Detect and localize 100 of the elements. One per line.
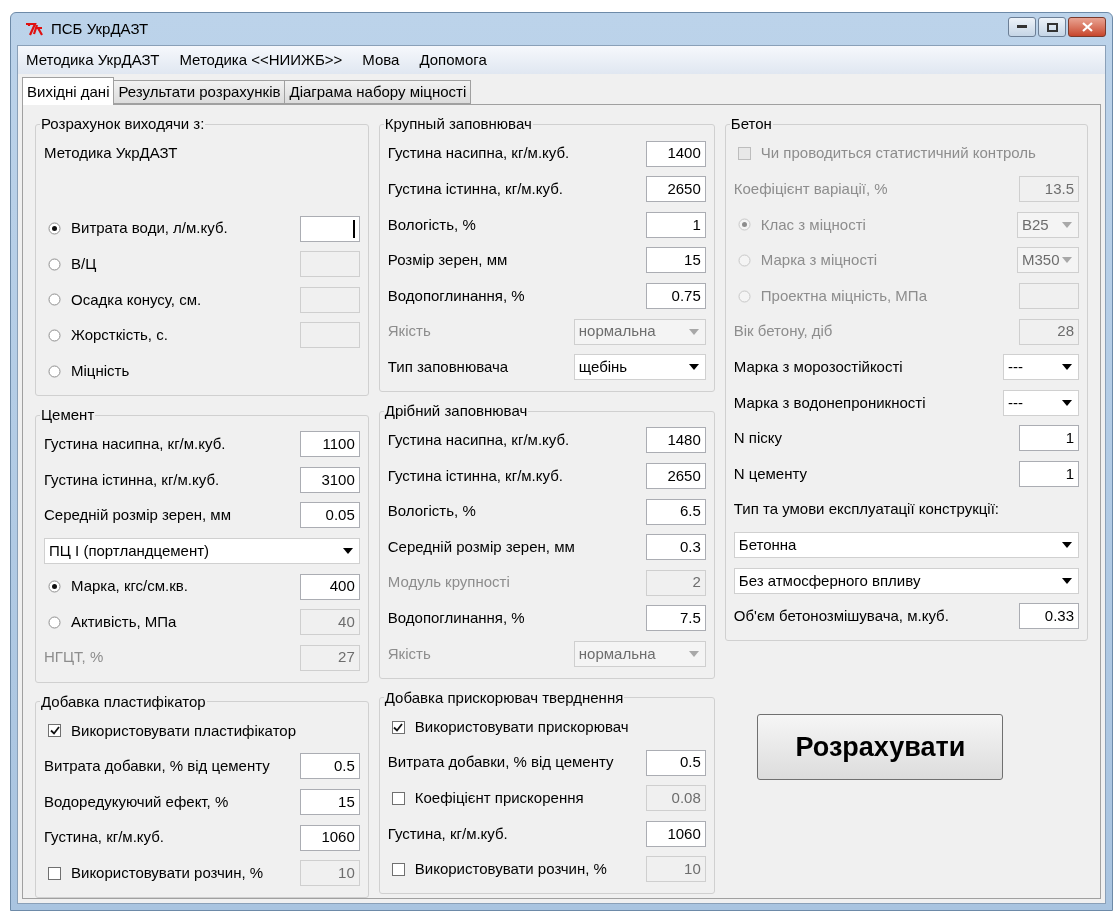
field-label: Густина насипна, кг/м.куб. <box>387 143 570 164</box>
menu-item[interactable]: Методика <<НИИЖБ>> <box>179 49 343 72</box>
input-field[interactable]: 1 <box>645 211 706 238</box>
field-label: Витрата добавки, % від цементу <box>387 752 614 773</box>
field-label: Водопоглинання, % <box>387 285 525 306</box>
field-label: Тип заповнювача <box>387 357 510 377</box>
group-title: Розрахунок виходячи з: <box>40 114 206 135</box>
input-field[interactable]: 1400 <box>645 140 706 167</box>
field-label: Осадка конусу, см. <box>71 289 202 310</box>
dropdown-arrow-icon <box>1062 542 1072 549</box>
window-title: ПСБ УкрДАЗТ <box>51 18 149 39</box>
checkbox[interactable] <box>391 862 405 876</box>
input-field[interactable]: 7.5 <box>645 605 706 632</box>
input-field[interactable]: 6.5 <box>645 498 706 525</box>
input-field[interactable]: 2650 <box>645 462 706 489</box>
field-label: Водопоглинання, % <box>387 608 525 629</box>
field-label: Густина істинна, кг/м.куб. <box>387 465 563 486</box>
field-label: Густина, кг/м.куб. <box>387 823 508 844</box>
radio-button[interactable] <box>48 222 61 236</box>
input-field[interactable]: 15 <box>299 789 360 815</box>
tab[interactable]: Діаграма набору міцності <box>284 80 472 105</box>
dropdown-arrow-icon <box>342 547 353 554</box>
group-title: Бетон <box>729 114 773 135</box>
input-field[interactable]: 0.75 <box>645 283 706 310</box>
field-label: Клас з міцності <box>760 214 866 235</box>
group-title: Цемент <box>40 404 96 425</box>
text-cursor <box>352 219 355 238</box>
minimize-button[interactable] <box>1008 17 1036 38</box>
field-label: Густина, кг/м.куб. <box>44 827 164 848</box>
field-label: В/Ц <box>71 254 97 275</box>
menu-item[interactable]: Допомога <box>419 49 487 72</box>
dropdown-arrow-icon <box>1062 577 1072 584</box>
field-label: Коефіцієнт прискорення <box>414 787 584 808</box>
field-label: НГЦТ, % <box>44 647 104 668</box>
checkbox[interactable] <box>48 866 61 880</box>
maximize-button[interactable] <box>1038 17 1066 38</box>
field-label: Якість <box>387 643 432 664</box>
dropdown[interactable]: щебінь <box>573 354 706 381</box>
field-label: Використовувати прискорювач <box>414 716 629 737</box>
radio-button[interactable] <box>48 257 61 271</box>
menu-item[interactable]: Методика УкрДАЗТ <box>26 49 160 72</box>
field-label: Марка з морозостійкості <box>733 357 903 377</box>
calculate-button[interactable]: Розрахувати <box>757 714 1004 781</box>
maximize-icon <box>1046 22 1058 32</box>
field-label: Густина насипна, кг/м.куб. <box>44 433 226 454</box>
field-label: Коефіцієнт варіації, % <box>733 179 888 200</box>
group-title: Крупный заповнювач <box>383 114 533 135</box>
field-label: Якість <box>387 321 432 342</box>
close-button[interactable] <box>1068 17 1106 38</box>
field-label: Водоредукуючий ефект, % <box>44 791 229 812</box>
checkbox[interactable] <box>391 791 405 805</box>
dropdown-arrow-icon <box>1062 257 1072 264</box>
dropdown[interactable]: Без атмосферного впливу <box>733 567 1079 594</box>
field-label: Вологість, % <box>387 214 476 235</box>
field-label: Марка, кгс/см.кв. <box>71 576 188 597</box>
group-title: Дрібний заповнювач <box>383 401 529 422</box>
checkbox[interactable] <box>48 724 61 738</box>
field-label: Використовувати розчин, % <box>71 862 264 883</box>
radio-button[interactable] <box>48 329 61 342</box>
checkbox[interactable] <box>391 720 405 734</box>
app-logo-icon <box>25 22 45 37</box>
dropdown[interactable]: Бетонна <box>733 532 1079 559</box>
dropdown-arrow-icon <box>688 650 699 657</box>
radio-button[interactable] <box>48 580 61 594</box>
field-label: N цементу <box>733 463 808 484</box>
field-label: Марка з міцності <box>760 250 878 271</box>
dropdown[interactable]: --- <box>1003 354 1079 381</box>
field-label: Модуль крупності <box>387 572 510 593</box>
field-label: Середній розмір зерен, мм <box>387 536 575 557</box>
field-label: Витрата добавки, % від цементу <box>44 756 270 777</box>
field-label: N піску <box>733 428 782 449</box>
tab[interactable]: Вихідні дані <box>22 77 115 106</box>
dropdown-arrow-icon <box>688 328 699 335</box>
radio-button[interactable] <box>48 615 61 629</box>
field-label: Активість, МПа <box>71 611 177 632</box>
radio-button[interactable] <box>48 364 61 378</box>
dropdown[interactable]: ПЦ І (портландцемент) <box>44 537 360 564</box>
input-field[interactable]: 1060 <box>299 824 360 851</box>
close-icon <box>1081 22 1093 33</box>
input-field[interactable]: 0.3 <box>645 534 706 561</box>
input-field[interactable]: 0.5 <box>645 749 706 776</box>
input-field[interactable]: 1060 <box>645 820 706 847</box>
input-field[interactable] <box>299 215 360 242</box>
input-field[interactable]: 1100 <box>299 431 360 458</box>
input-field[interactable]: 0.5 <box>299 753 360 780</box>
menu-item[interactable]: Мова <box>362 49 400 72</box>
input-field[interactable]: 1480 <box>645 427 706 454</box>
radio-button[interactable] <box>48 293 61 307</box>
input-field[interactable]: 1 <box>1019 461 1079 488</box>
input-field[interactable]: 15 <box>645 247 706 274</box>
input-field[interactable]: 0.05 <box>299 502 360 529</box>
input-field[interactable]: 3100 <box>299 466 360 493</box>
input-field[interactable]: 1 <box>1019 425 1079 452</box>
input-field[interactable]: 400 <box>299 573 360 600</box>
tab[interactable]: Результати розрахунків <box>113 80 286 105</box>
input-field[interactable]: 0.33 <box>1019 603 1079 630</box>
dropdown[interactable]: --- <box>1003 389 1079 416</box>
field-label: Вік бетону, діб <box>733 321 833 342</box>
field-label: Вологість, % <box>387 501 476 522</box>
input-field[interactable]: 2650 <box>645 176 706 203</box>
